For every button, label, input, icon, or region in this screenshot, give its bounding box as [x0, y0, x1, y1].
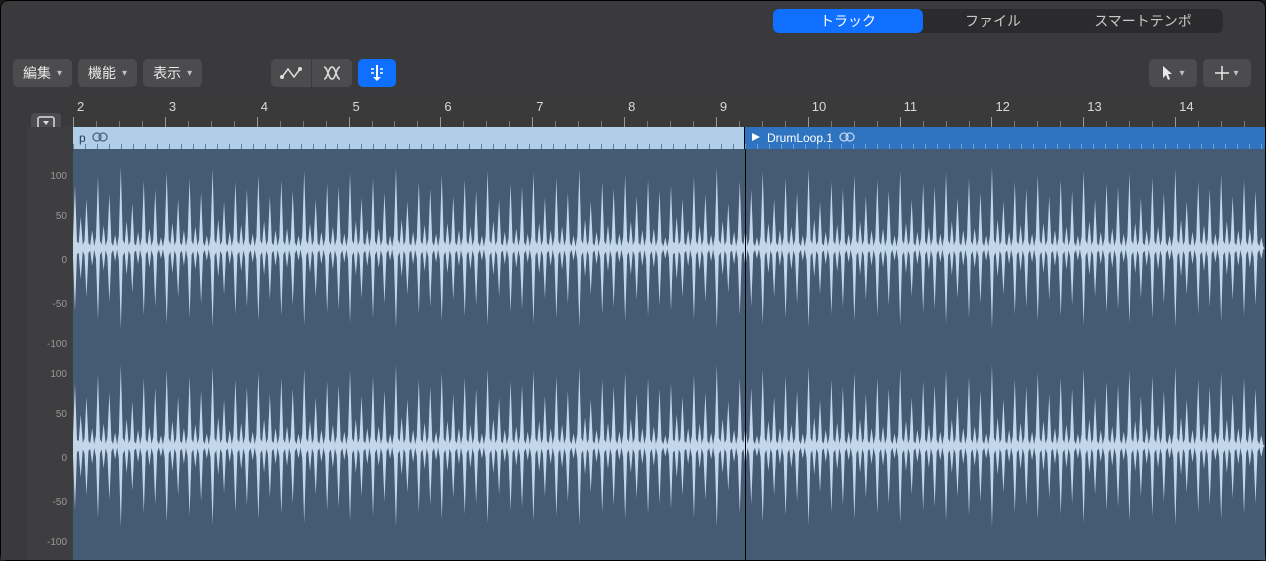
ruler-label: 13	[1087, 99, 1101, 114]
ruler-label: 8	[628, 99, 635, 114]
ruler-label: 11	[904, 99, 918, 114]
catch-playhead-icon	[368, 64, 386, 82]
waveform-channel-right	[73, 347, 1265, 545]
menu-view[interactable]: 表示 ▾	[143, 59, 202, 87]
menu-edit-label: 編集	[23, 63, 51, 83]
region-header-a[interactable]: p	[73, 127, 745, 149]
alt-tool[interactable]: ▾	[1203, 59, 1251, 87]
waveform-channel-left	[73, 149, 1265, 347]
region-divider	[745, 149, 746, 560]
ruler-label: 2	[77, 99, 84, 114]
catch-playhead-button[interactable]	[358, 59, 396, 87]
audio-editor-window: トラック ファイル スマートテンポ 編集 ▾ 機能 ▾ 表示 ▾	[0, 0, 1266, 561]
tab-file[interactable]: ファイル	[923, 9, 1063, 33]
amplitude-label: 100	[50, 369, 67, 380]
menu-edit[interactable]: 編集 ▾	[13, 59, 72, 87]
amplitude-label: -50	[53, 497, 67, 508]
menu-functions[interactable]: 機能 ▾	[78, 59, 137, 87]
chevron-down-icon: ▾	[1179, 68, 1184, 79]
ruler-label: 3	[169, 99, 176, 114]
amplitude-label: -100	[47, 339, 67, 350]
crosshair-icon	[1215, 66, 1229, 80]
ruler-label: 12	[995, 99, 1009, 114]
amplitude-label: -50	[53, 299, 67, 310]
menu-functions-label: 機能	[88, 63, 116, 83]
chevron-down-icon: ▾	[122, 68, 127, 79]
editor-tab-strip: トラック ファイル スマートテンポ	[1, 1, 1265, 41]
ruler-label: 5	[353, 99, 360, 114]
tab-smart-tempo[interactable]: スマートテンポ	[1063, 9, 1223, 33]
flex-button[interactable]	[312, 59, 352, 87]
ruler-label: 14	[1179, 99, 1193, 114]
amplitude-label: 50	[56, 211, 67, 222]
amplitude-label: 0	[61, 255, 67, 266]
ruler-label: 7	[536, 99, 543, 114]
automation-button[interactable]	[271, 59, 312, 87]
editor-toolbar: 編集 ▾ 機能 ▾ 表示 ▾ ▾ ▾	[1, 57, 1265, 91]
amplitude-label: -100	[47, 537, 67, 548]
ruler-label: 6	[444, 99, 451, 114]
tab-track[interactable]: トラック	[773, 9, 923, 33]
menu-view-label: 表示	[153, 63, 181, 83]
chevron-down-icon: ▾	[1233, 68, 1238, 79]
pointer-icon	[1161, 65, 1175, 81]
chevron-down-icon: ▾	[57, 68, 62, 79]
amplitude-label: 0	[61, 453, 67, 464]
pointer-tool[interactable]: ▾	[1149, 59, 1197, 87]
editor-tabs: トラック ファイル スマートテンポ	[773, 9, 1223, 33]
ruler-label: 9	[720, 99, 727, 114]
ruler-label: 4	[261, 99, 268, 114]
amplitude-gutter: 100 50 0 -50 -100 100 50 0 -50 -100	[1, 127, 73, 560]
automation-icon	[280, 65, 302, 81]
region-header-b[interactable]: DrumLoop.1	[745, 127, 1265, 149]
time-ruler[interactable]: 2 3 4 5 6 7 8 9 10 11 12 13 14	[73, 97, 1265, 127]
chevron-down-icon: ▾	[187, 68, 192, 79]
amplitude-label: 50	[56, 409, 67, 420]
waveform-area[interactable]: p DrumLoop.1	[73, 127, 1265, 560]
ruler-label: 10	[812, 99, 826, 114]
flex-icon	[322, 65, 342, 81]
amplitude-label: 100	[50, 171, 67, 182]
